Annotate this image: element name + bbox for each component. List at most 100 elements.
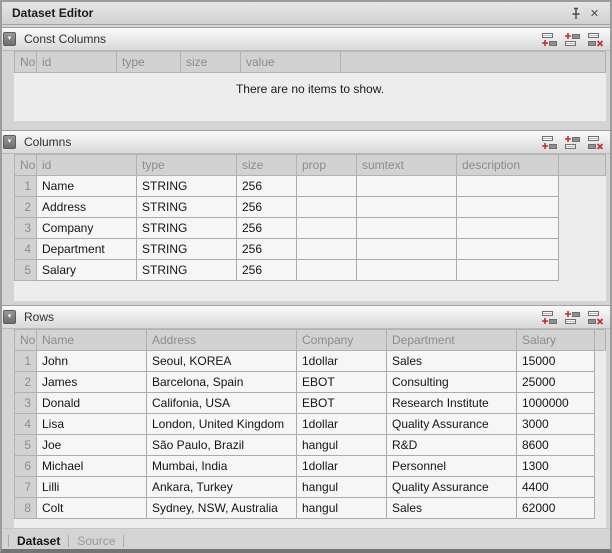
cell[interactable]: hangul bbox=[297, 477, 387, 498]
cell[interactable]: R&D bbox=[387, 435, 517, 456]
cell[interactable] bbox=[297, 239, 357, 260]
collapse-icon[interactable]: ▾ bbox=[3, 310, 16, 324]
column-header[interactable]: Name bbox=[37, 330, 147, 351]
row-number[interactable]: 1 bbox=[15, 176, 37, 197]
row-number[interactable]: 6 bbox=[15, 456, 37, 477]
column-header[interactable]: sumtext bbox=[357, 155, 457, 176]
cell[interactable]: 1000000 bbox=[517, 393, 595, 414]
cell[interactable]: Seoul, KOREA bbox=[147, 351, 297, 372]
cell[interactable]: Consulting bbox=[387, 372, 517, 393]
cell[interactable] bbox=[457, 197, 559, 218]
column-header[interactable]: id bbox=[37, 52, 117, 73]
cell[interactable] bbox=[457, 176, 559, 197]
cell[interactable]: Lisa bbox=[37, 414, 147, 435]
cell[interactable]: EBOT bbox=[297, 393, 387, 414]
cell[interactable] bbox=[457, 239, 559, 260]
add-row-icon[interactable] bbox=[540, 134, 558, 150]
collapse-icon[interactable]: ▾ bbox=[3, 32, 16, 46]
delete-row-icon[interactable] bbox=[586, 134, 604, 150]
row-number[interactable]: 4 bbox=[15, 239, 37, 260]
column-header[interactable]: description bbox=[457, 155, 559, 176]
cell[interactable]: 3000 bbox=[517, 414, 595, 435]
tab-source[interactable]: Source bbox=[70, 534, 122, 548]
add-row-icon[interactable] bbox=[540, 31, 558, 47]
cell[interactable]: Sales bbox=[387, 351, 517, 372]
cell[interactable]: Salary bbox=[37, 260, 137, 281]
cell[interactable]: London, United Kingdom bbox=[147, 414, 297, 435]
cell[interactable]: STRING bbox=[137, 239, 237, 260]
row-number[interactable]: 8 bbox=[15, 498, 37, 519]
row-number[interactable]: 3 bbox=[15, 393, 37, 414]
insert-row-icon[interactable] bbox=[563, 31, 581, 47]
row-number[interactable]: 2 bbox=[15, 372, 37, 393]
add-row-icon[interactable] bbox=[540, 309, 558, 325]
cell[interactable]: STRING bbox=[137, 260, 237, 281]
cell[interactable]: Quality Assurance bbox=[387, 477, 517, 498]
column-header[interactable]: size bbox=[237, 155, 297, 176]
insert-row-icon[interactable] bbox=[563, 134, 581, 150]
cell[interactable]: Sydney, NSW, Australia bbox=[147, 498, 297, 519]
insert-row-icon[interactable] bbox=[563, 309, 581, 325]
cell[interactable]: hangul bbox=[297, 435, 387, 456]
cell[interactable]: 15000 bbox=[517, 351, 595, 372]
column-header[interactable]: Department bbox=[387, 330, 517, 351]
row-number[interactable]: 3 bbox=[15, 218, 37, 239]
cell[interactable]: São Paulo, Brazil bbox=[147, 435, 297, 456]
cell[interactable]: 1300 bbox=[517, 456, 595, 477]
cell[interactable]: John bbox=[37, 351, 147, 372]
cell[interactable]: Address bbox=[37, 197, 137, 218]
row-number[interactable]: 7 bbox=[15, 477, 37, 498]
cell[interactable]: 256 bbox=[237, 176, 297, 197]
column-header[interactable]: Address bbox=[147, 330, 297, 351]
cell[interactable] bbox=[297, 260, 357, 281]
column-header[interactable]: prop bbox=[297, 155, 357, 176]
close-icon[interactable]: ✕ bbox=[585, 5, 604, 22]
cell[interactable]: 256 bbox=[237, 218, 297, 239]
cell[interactable]: 256 bbox=[237, 239, 297, 260]
cell[interactable]: Personnel bbox=[387, 456, 517, 477]
cell[interactable]: Joe bbox=[37, 435, 147, 456]
cell[interactable]: 1dollar bbox=[297, 414, 387, 435]
cell[interactable]: Name bbox=[37, 176, 137, 197]
cell[interactable]: STRING bbox=[137, 197, 237, 218]
cell[interactable]: Department bbox=[37, 239, 137, 260]
cell[interactable]: 25000 bbox=[517, 372, 595, 393]
column-header[interactable]: type bbox=[137, 155, 237, 176]
cell[interactable]: Sales bbox=[387, 498, 517, 519]
column-header[interactable]: id bbox=[37, 155, 137, 176]
cell[interactable] bbox=[297, 176, 357, 197]
column-header[interactable]: size bbox=[181, 52, 241, 73]
delete-row-icon[interactable] bbox=[586, 309, 604, 325]
cell[interactable]: 256 bbox=[237, 260, 297, 281]
cell[interactable]: Barcelona, Spain bbox=[147, 372, 297, 393]
cell[interactable]: 1dollar bbox=[297, 456, 387, 477]
cell[interactable] bbox=[357, 176, 457, 197]
cell[interactable]: Colt bbox=[37, 498, 147, 519]
column-header[interactable]: value bbox=[241, 52, 341, 73]
collapse-icon[interactable]: ▾ bbox=[3, 135, 16, 149]
cell[interactable] bbox=[357, 218, 457, 239]
cell[interactable] bbox=[357, 239, 457, 260]
row-number[interactable]: 1 bbox=[15, 351, 37, 372]
cell[interactable]: Company bbox=[37, 218, 137, 239]
cell[interactable]: hangul bbox=[297, 498, 387, 519]
cell[interactable]: James bbox=[37, 372, 147, 393]
cell[interactable]: STRING bbox=[137, 218, 237, 239]
cell[interactable]: Mumbai, India bbox=[147, 456, 297, 477]
cell[interactable]: STRING bbox=[137, 176, 237, 197]
cell[interactable] bbox=[357, 260, 457, 281]
row-number[interactable]: 5 bbox=[15, 260, 37, 281]
cell[interactable]: Research Institute bbox=[387, 393, 517, 414]
cell[interactable]: 4400 bbox=[517, 477, 595, 498]
row-number[interactable]: 2 bbox=[15, 197, 37, 218]
cell[interactable]: 1dollar bbox=[297, 351, 387, 372]
cell[interactable]: Lilli bbox=[37, 477, 147, 498]
cell[interactable] bbox=[457, 218, 559, 239]
cell[interactable]: 62000 bbox=[517, 498, 595, 519]
cell[interactable] bbox=[457, 260, 559, 281]
cell[interactable]: 8600 bbox=[517, 435, 595, 456]
row-number[interactable]: 5 bbox=[15, 435, 37, 456]
cell[interactable]: EBOT bbox=[297, 372, 387, 393]
cell[interactable]: Ankara, Turkey bbox=[147, 477, 297, 498]
cell[interactable]: 256 bbox=[237, 197, 297, 218]
